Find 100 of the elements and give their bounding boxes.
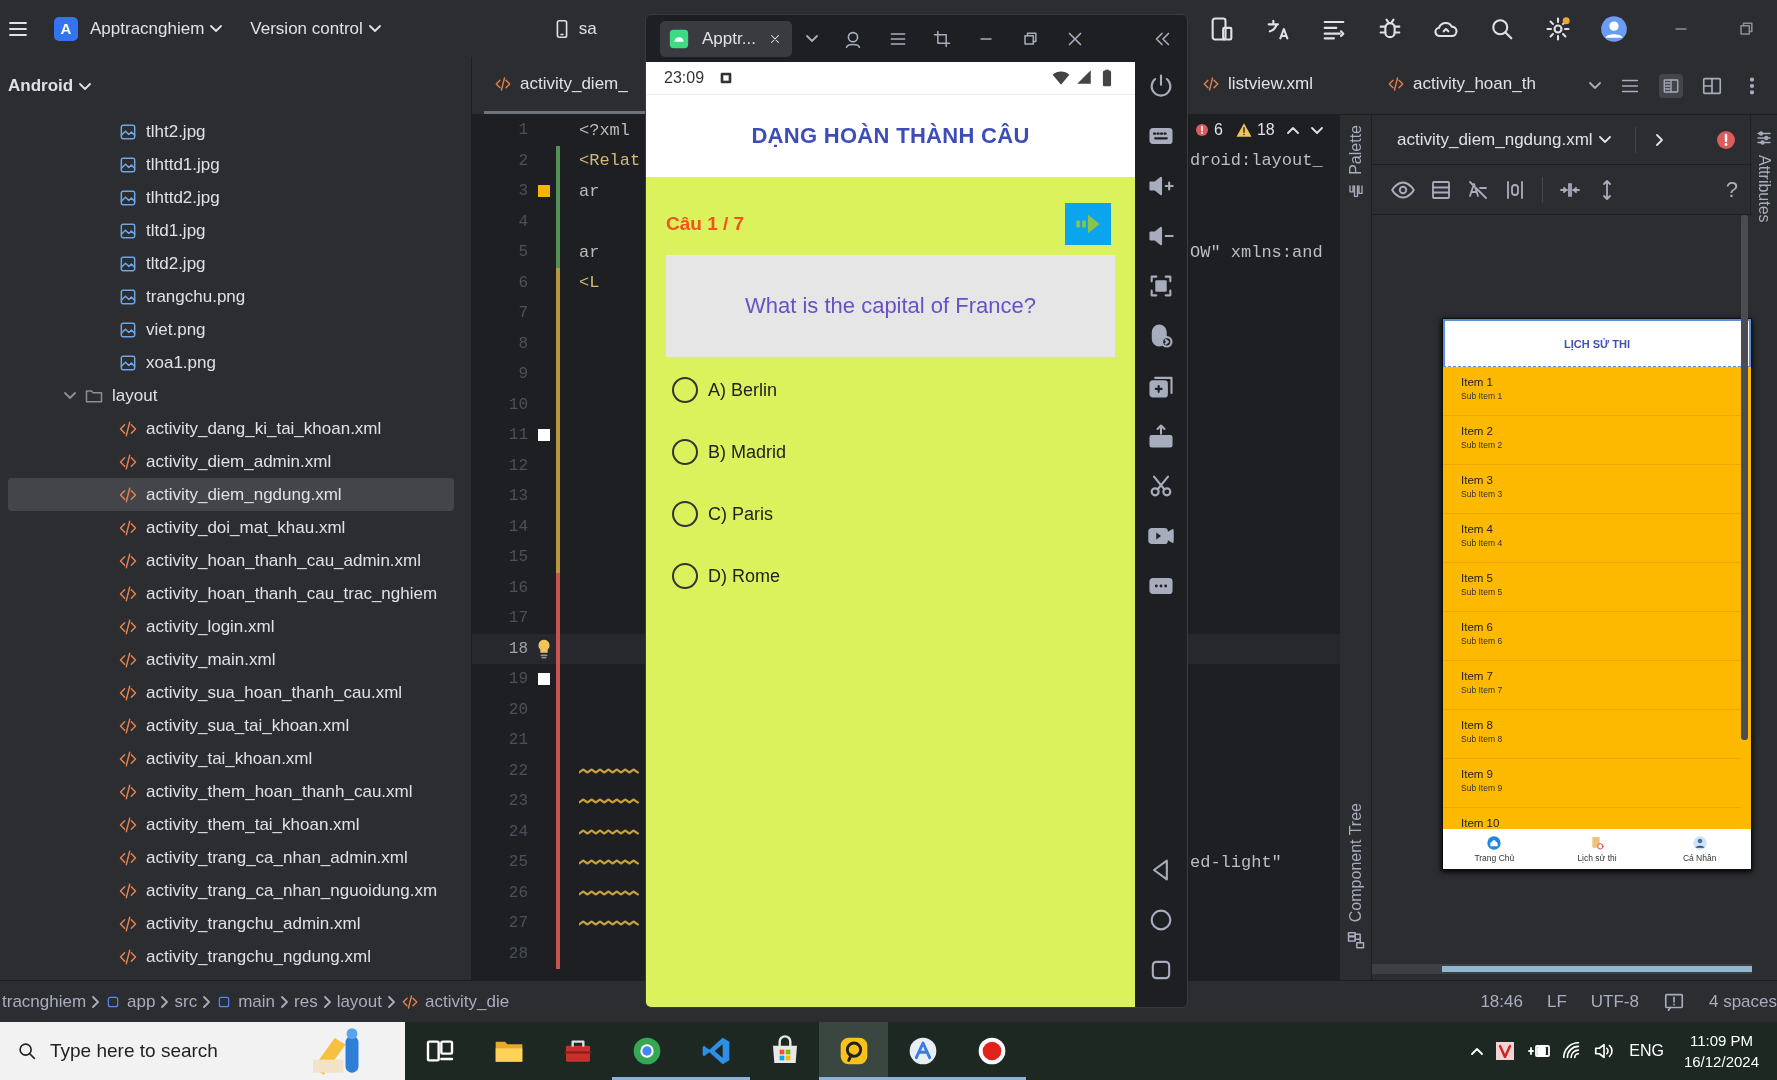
tree-item[interactable]: tltd2.jpg xyxy=(8,247,454,280)
breadcrumb-item[interactable]: app xyxy=(105,991,156,1012)
clock-time[interactable]: 11:09 PM xyxy=(1689,1030,1753,1051)
list-item-subtitle: Sub Item 8 xyxy=(1461,734,1504,744)
list-item-subtitle: Sub Item 4 xyxy=(1461,538,1504,548)
view-selector[interactable]: Android xyxy=(8,76,92,96)
breadcrumb-item[interactable]: src xyxy=(174,991,198,1012)
code-text: <Relat xyxy=(579,151,642,171)
tree-item[interactable]: viet.png xyxy=(8,313,454,346)
editor-tab[interactable]: listview.xml xyxy=(1192,57,1377,114)
radio-button[interactable] xyxy=(672,439,698,465)
clock-date[interactable]: 16/12/2024 xyxy=(1683,1051,1759,1072)
split-view-icon[interactable] xyxy=(1659,73,1683,98)
nav-item[interactable]: Trang Chủ xyxy=(1443,829,1546,869)
breadcrumb-item[interactable]: main xyxy=(216,991,275,1012)
tree-item[interactable]: activity_main.xml xyxy=(8,643,454,676)
component-tree-tab[interactable]: Component Tree xyxy=(1345,802,1366,950)
search-field[interactable]: Type here to search xyxy=(0,1022,405,1080)
editor-tab[interactable]: activity_hoan_th xyxy=(1377,57,1546,114)
device-selector[interactable]: sa xyxy=(550,17,597,40)
layout-file-selector[interactable]: activity_diem_ngdung.xml xyxy=(1397,129,1611,150)
project-selector[interactable]: Apptracnghiem xyxy=(90,18,223,39)
list-item-title: Item 2 xyxy=(1461,425,1494,437)
tree-item[interactable]: activity_trangchu_admin.xml xyxy=(8,907,454,940)
code-file-icon xyxy=(494,75,512,93)
tree-item[interactable]: activity_sua_tai_khoan.xml xyxy=(8,709,454,742)
tree-item[interactable]: activity_them_hoan_thanh_cau.xml xyxy=(8,775,454,808)
tree-item[interactable]: xoa1.png xyxy=(8,346,454,379)
radio-button[interactable] xyxy=(672,563,698,589)
upload-icon[interactable] xyxy=(1147,422,1175,450)
tree-item[interactable]: activity_diem_ngdung.xml xyxy=(8,478,454,511)
list-item-subtitle: Sub Item 7 xyxy=(1461,685,1504,695)
signal-icon xyxy=(1075,68,1093,86)
code-file-icon xyxy=(1387,75,1405,93)
tree-item[interactable]: activity_tai_khoan.xml xyxy=(8,742,454,775)
tree-item[interactable]: activity_doi_mat_khau.xml xyxy=(8,511,454,544)
help-button[interactable]: ? xyxy=(1725,176,1738,203)
nav-item[interactable]: Lịch sử thi xyxy=(1545,829,1649,869)
code-file-icon xyxy=(1202,75,1220,93)
code-text: ar xyxy=(579,181,601,201)
chevron-right-icon xyxy=(388,995,395,1008)
tree-item[interactable]: activity_hoan_thanh_cau_trac_nghiem xyxy=(8,577,454,610)
tree-item[interactable]: activity_diem_admin.xml xyxy=(8,445,454,478)
indent-setting[interactable]: 4 spaces xyxy=(1708,991,1777,1012)
taskbar-app[interactable] xyxy=(819,1022,888,1080)
vertical-scrollbar[interactable] xyxy=(1741,215,1748,740)
version-control-menu[interactable]: Version control xyxy=(250,18,381,39)
answer-option[interactable]: B) Madrid xyxy=(666,421,1115,483)
cursor-position[interactable]: 18:46 xyxy=(1480,991,1523,1012)
chevron-right-icon xyxy=(161,995,169,1008)
line-ending[interactable]: LF xyxy=(1546,991,1567,1012)
radio-button[interactable] xyxy=(672,501,698,527)
tree-item[interactable]: tlht2.jpg xyxy=(8,115,454,148)
file-encoding[interactable]: UTF-8 xyxy=(1590,991,1639,1012)
chevron-up-icon[interactable] xyxy=(1286,126,1299,134)
breadcrumb-item[interactable]: res xyxy=(294,991,318,1012)
breadcrumb-item[interactable]: tracnghiem xyxy=(2,991,87,1012)
tree-item[interactable]: tlhttd1.jpg xyxy=(8,148,454,181)
tree-item[interactable]: tltd1.jpg xyxy=(8,214,454,247)
breadcrumb-item[interactable]: layout xyxy=(336,991,382,1012)
emulator-tab[interactable]: Apptr... xyxy=(660,20,792,57)
answer-option[interactable]: D) Rome xyxy=(666,545,1115,607)
horizontal-scrollbar[interactable] xyxy=(1372,964,1752,974)
palette-tab[interactable]: Palette xyxy=(1346,125,1365,201)
project-badge: A xyxy=(54,16,78,41)
chevron-down-icon xyxy=(368,25,381,32)
code-text: <?xml xyxy=(579,120,631,140)
tree-item[interactable]: layout xyxy=(8,379,454,412)
tree-item[interactable]: activity_sua_hoan_thanh_cau.xml xyxy=(8,676,454,709)
tree-item[interactable]: activity_dang_ki_tai_khoan.xml xyxy=(8,412,454,445)
chevron-right-icon[interactable] xyxy=(1655,133,1663,146)
tree-item[interactable]: activity_trang_ca_nhan_nguoidung.xm xyxy=(8,874,454,907)
warning-icon[interactable] xyxy=(1234,121,1253,140)
chevron-down-icon[interactable] xyxy=(806,35,818,42)
screen-title: LỊCH SỬ THI xyxy=(1564,337,1630,350)
answer-option[interactable]: A) Berlin xyxy=(666,359,1115,421)
crop-icon[interactable] xyxy=(932,28,952,49)
tree-item[interactable]: tlhttd2.jpg xyxy=(8,181,454,214)
tree-item[interactable]: activity_hoan_thanh_cau_admin.xml xyxy=(8,544,454,577)
settings-icon[interactable] xyxy=(1544,14,1572,43)
language-indicator[interactable]: ENG xyxy=(1629,1042,1664,1060)
breadcrumb-item[interactable]: activity_die xyxy=(401,991,510,1012)
tree-item[interactable]: activity_login.xml xyxy=(8,610,454,643)
nav-item[interactable]: Cá Nhân xyxy=(1648,829,1751,869)
error-icon[interactable] xyxy=(1194,122,1210,139)
tree-item[interactable]: activity_trang_ca_nhan_admin.xml xyxy=(8,841,454,874)
code-text: <L xyxy=(579,273,601,293)
list-item-subtitle: Sub Item 9 xyxy=(1461,783,1504,793)
avatar-icon[interactable] xyxy=(1600,14,1628,43)
tree-item[interactable]: activity_them_tai_khoan.xml xyxy=(8,808,454,841)
list-item-title: Item 9 xyxy=(1461,768,1494,780)
chevron-down-icon[interactable] xyxy=(1589,82,1601,89)
tree-item[interactable]: activity_trangchu_ngdung.xml xyxy=(8,940,454,973)
answer-option[interactable]: C) Paris xyxy=(666,483,1115,545)
list-item-subtitle: Sub Item 3 xyxy=(1461,489,1504,499)
sliders-icon xyxy=(1755,129,1773,147)
list-item-subtitle: Sub Item 5 xyxy=(1461,587,1504,597)
attributes-tab[interactable]: Attributes xyxy=(1755,129,1773,223)
radio-button[interactable] xyxy=(672,377,698,403)
tree-item[interactable]: trangchu.png xyxy=(8,280,454,313)
